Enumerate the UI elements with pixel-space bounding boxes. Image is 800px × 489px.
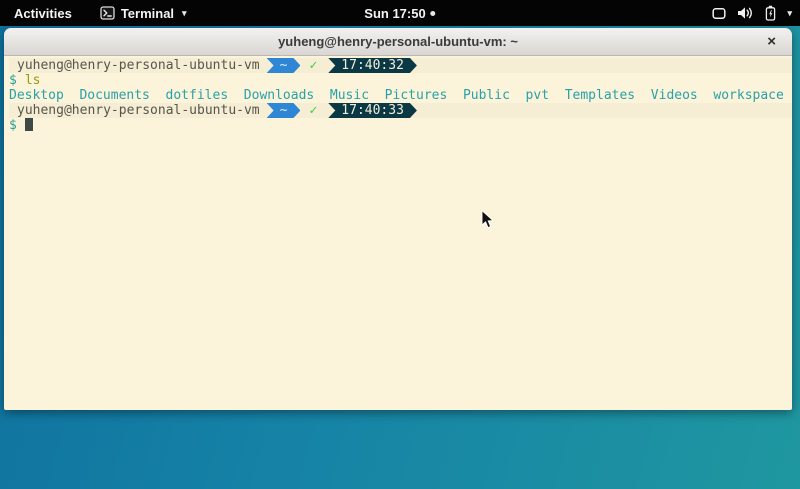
command-line-2: $: [9, 118, 792, 133]
powerline-path-segment: ~: [267, 58, 301, 73]
status-check-icon: ✓: [309, 58, 317, 73]
app-menu-label: Terminal: [121, 6, 174, 21]
ls-output-line: Desktop Documents dotfiles Downloads Mus…: [9, 88, 792, 103]
system-status-menu[interactable]: ▾: [712, 5, 792, 21]
prompt-symbol: $: [9, 118, 17, 133]
prompt-symbol: $: [9, 73, 17, 88]
top-bar: Activities Terminal ▾ Sun 17:50 ▾: [0, 0, 800, 26]
window-title: yuheng@henry-personal-ubuntu-vm: ~: [278, 34, 518, 49]
terminal-content[interactable]: yuheng@henry-personal-ubuntu-vm ~ ✓ 17:4…: [4, 56, 792, 410]
prompt-line-2: yuheng@henry-personal-ubuntu-vm ~ ✓ 17:4…: [9, 103, 792, 118]
terminal-window: yuheng@henry-personal-ubuntu-vm: ~ × yuh…: [4, 28, 792, 410]
command-line-1: $ ls: [9, 73, 792, 88]
typed-command: ls: [25, 73, 41, 88]
terminal-cursor: [25, 118, 33, 131]
activities-button[interactable]: Activities: [10, 6, 76, 21]
powerline-time-segment: 17:40:32: [328, 58, 417, 73]
powerline-time-segment: 17:40:33: [328, 103, 417, 118]
chevron-down-icon: ▾: [787, 8, 792, 19]
notification-dot: [431, 11, 436, 16]
clock-button[interactable]: Sun 17:50: [364, 6, 435, 21]
app-menu-terminal[interactable]: Terminal ▾: [100, 6, 187, 21]
mouse-cursor: [481, 210, 495, 230]
clock-label: Sun 17:50: [364, 6, 425, 21]
prompt-user-host: yuheng@henry-personal-ubuntu-vm: [9, 58, 267, 73]
prompt-user-host: yuheng@henry-personal-ubuntu-vm: [9, 103, 267, 118]
volume-icon: [737, 6, 754, 20]
screen-icon: [712, 7, 726, 20]
window-titlebar[interactable]: yuheng@henry-personal-ubuntu-vm: ~ ×: [4, 28, 792, 56]
prompt-line-1: yuheng@henry-personal-ubuntu-vm ~ ✓ 17:4…: [9, 58, 792, 73]
chevron-down-icon: ▾: [182, 8, 187, 19]
terminal-icon: [100, 6, 115, 20]
battery-charging-icon: [765, 5, 776, 21]
close-button[interactable]: ×: [767, 28, 776, 55]
status-check-icon: ✓: [309, 103, 317, 118]
powerline-path-segment: ~: [267, 103, 301, 118]
